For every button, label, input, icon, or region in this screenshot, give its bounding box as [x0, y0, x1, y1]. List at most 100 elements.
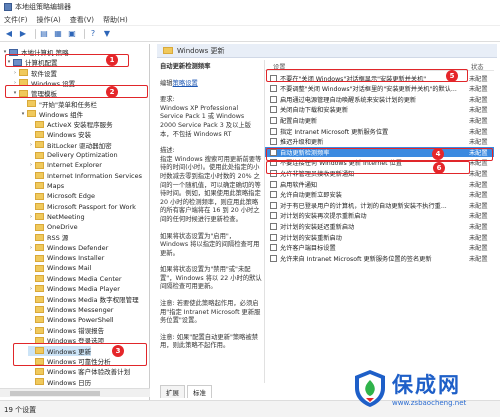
- tree-item[interactable]: Maps: [28, 181, 64, 191]
- tree-item-label: OneDrive: [47, 223, 78, 232]
- watermark: 保成网 www.zsbaocheng.net: [352, 368, 466, 408]
- folder-icon: [163, 47, 173, 54]
- setting-row[interactable]: 对计划的安装再次提示重新启动 未配置: [265, 211, 494, 221]
- setting-state: 未配置: [469, 245, 488, 253]
- description-title: 自动更新检测频率: [160, 63, 211, 70]
- expander-icon[interactable]: ›: [28, 245, 34, 251]
- menu-action[interactable]: 操作(A): [37, 15, 61, 25]
- setting-row[interactable]: 允许客户端目标设置 未配置: [265, 243, 494, 253]
- scrollbar-thumb[interactable]: [10, 391, 100, 396]
- tree-item[interactable]: Microsoft Edge: [28, 191, 95, 201]
- expander-icon[interactable]: ›: [28, 286, 34, 292]
- tree-item[interactable]: Windows Media 数字权限管理: [28, 294, 139, 304]
- filter-icon[interactable]: ▼: [102, 29, 112, 39]
- tab-standard[interactable]: 标准: [187, 385, 212, 398]
- column-state[interactable]: 状态: [471, 62, 484, 71]
- tree-item[interactable]: Windows Mail: [28, 263, 91, 273]
- setting-state: 未配置: [469, 255, 488, 263]
- folder-icon: [35, 378, 44, 386]
- properties-icon[interactable]: ▦: [53, 29, 63, 39]
- tree-item[interactable]: ▾ Windows 组件: [20, 109, 83, 119]
- folder-icon: [27, 110, 36, 118]
- forward-arrow-icon[interactable]: ▶: [18, 29, 28, 39]
- setting-name: 配置自动更新: [280, 117, 318, 125]
- tree-item-label: "开始"菜单和任务栏: [39, 100, 97, 109]
- tree-item[interactable]: ActiveX 安装程序服务: [28, 119, 113, 129]
- folder-icon: [35, 141, 44, 149]
- show-hide-tree-icon[interactable]: ▤: [39, 29, 49, 39]
- tree-item[interactable]: › Windows Media Player: [28, 284, 120, 294]
- setting-row[interactable]: 不要调整"关闭 Windows"对话框里的"安装更新并关机"的默认... 未配置: [265, 84, 494, 94]
- tree-item[interactable]: › 软件设置: [12, 68, 57, 78]
- expander-icon[interactable]: ›: [12, 70, 18, 76]
- tree-item[interactable]: Windows 安装: [28, 129, 91, 139]
- folder-icon: [35, 254, 44, 262]
- disabled-note: 如果将状态设置为"禁用"或"未配置"，Windows 将以 22 小时的默认间隔…: [160, 266, 262, 291]
- back-arrow-icon[interactable]: ◀: [4, 29, 14, 39]
- folder-icon: [35, 151, 44, 159]
- setting-row[interactable]: 允许自动更新立即安装 未配置: [265, 190, 494, 200]
- tree-item[interactable]: Windows Installer: [28, 253, 104, 263]
- tree-item[interactable]: "开始"菜单和任务栏: [20, 99, 97, 109]
- folder-icon: [35, 264, 44, 272]
- tree-item[interactable]: RSS 源: [28, 232, 68, 242]
- setting-row[interactable]: 允许来自 Intranet Microsoft 更新服务位置的签名更新 未配置: [265, 253, 494, 263]
- help-icon[interactable]: ?: [88, 29, 98, 39]
- policy-setting-icon: [270, 222, 277, 230]
- tree-item[interactable]: Internet Information Services: [28, 171, 142, 181]
- tree-item-label: NetMeeting: [47, 212, 85, 221]
- tree-item-label: Windows 安装: [47, 131, 92, 140]
- tree-item-label: Windows Media Center: [47, 274, 122, 283]
- setting-state: 未配置: [469, 86, 488, 94]
- tree-item[interactable]: › Windows Defender: [28, 243, 108, 253]
- setting-row[interactable]: 关闭自动下载和安装更新 未配置: [265, 105, 494, 115]
- setting-row[interactable]: 指定 Intranet Microsoft 更新服务位置 未配置: [265, 126, 494, 136]
- tree-item[interactable]: Windows 日历: [28, 377, 91, 387]
- expander-icon[interactable]: ›: [28, 142, 34, 148]
- setting-row[interactable]: 对于有已登录用户的计算机，计划的自动更新安装不执行重... 未配置: [265, 200, 494, 210]
- setting-row[interactable]: 推迟升级和更新 未配置: [265, 137, 494, 147]
- export-list-icon[interactable]: ▣: [67, 29, 77, 39]
- tree-item[interactable]: Delivery Optimization: [28, 150, 118, 160]
- setting-row[interactable]: 配置自动更新 未配置: [265, 115, 494, 125]
- folder-icon: [19, 69, 28, 77]
- tree-item[interactable]: › Internet Explorer: [28, 160, 102, 170]
- expander-icon[interactable]: ▾: [20, 111, 26, 117]
- tab-extended[interactable]: 扩展: [160, 385, 185, 398]
- annotation-box-row-1: [266, 69, 468, 82]
- tree-horizontal-scrollbar[interactable]: [0, 388, 150, 397]
- setting-row[interactable]: 对计划的安装重新启动 未配置: [265, 232, 494, 242]
- setting-row[interactable]: 启用通过电源管理自动唤醒系统来安装计划的更新 未配置: [265, 94, 494, 104]
- setting-name: 对计划的安装再次提示重新启动: [280, 213, 367, 221]
- tree-item-label: Windows 错误报告: [47, 327, 105, 336]
- folder-icon: [35, 275, 44, 283]
- tree-item[interactable]: › BitLocker 驱动器加密: [28, 140, 112, 150]
- settings-list[interactable]: 设置 状态 不要在"关闭 Windows"对话框显示"安装更新并关机" 未配置 不要…: [264, 60, 494, 383]
- tree-item[interactable]: › NetMeeting: [28, 212, 85, 222]
- tree-item[interactable]: › Windows 错误报告: [28, 325, 104, 335]
- edit-prefix: 编辑: [160, 79, 173, 87]
- title-bar: 本地组策略编辑器: [0, 0, 500, 14]
- policy-setting-icon: [270, 106, 277, 114]
- setting-row[interactable]: 启用软件通知 未配置: [265, 179, 494, 189]
- menu-help[interactable]: 帮助(H): [103, 15, 128, 25]
- menu-view[interactable]: 查看(V): [70, 15, 94, 25]
- tree-item[interactable]: Windows Messenger: [28, 305, 113, 315]
- status-text: 19 个设置: [4, 406, 37, 414]
- tree-item[interactable]: OneDrive: [28, 222, 78, 232]
- tree-item[interactable]: Windows Media Center: [28, 274, 122, 284]
- edit-policy-link[interactable]: 策略设置: [173, 80, 198, 87]
- tree-item[interactable]: Microsoft Passport for Work: [28, 202, 136, 212]
- setting-state: 未配置: [469, 234, 488, 242]
- expander-icon[interactable]: ›: [28, 327, 34, 333]
- tree-item[interactable]: Windows 客户体验改善计划: [28, 366, 130, 376]
- shield-logo-icon: [352, 368, 388, 408]
- menu-file[interactable]: 文件(F): [4, 15, 28, 25]
- expander-icon[interactable]: ›: [28, 214, 34, 220]
- tree-item[interactable]: Windows PowerShell: [28, 315, 114, 325]
- setting-row[interactable]: 对计划的安装延迟重新启动 未配置: [265, 221, 494, 231]
- folder-icon: [35, 120, 44, 128]
- policy-setting-icon: [270, 180, 277, 188]
- expander-icon[interactable]: ›: [28, 162, 34, 168]
- tree-item-label: Microsoft Passport for Work: [47, 202, 136, 211]
